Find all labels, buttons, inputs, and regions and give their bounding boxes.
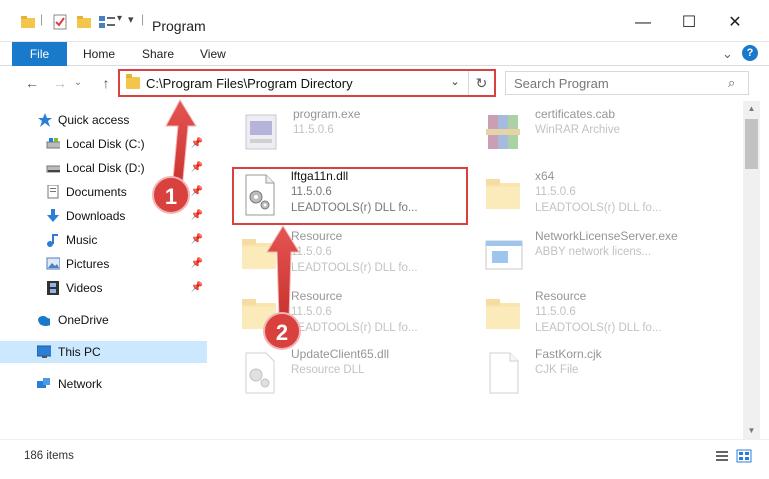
annotation-arrows	[165, 98, 300, 319]
arrow-up-icon	[266, 225, 300, 319]
large-icons-view-icon[interactable]	[736, 448, 752, 464]
details-view-icon[interactable]	[714, 448, 730, 464]
item-count: 186 items	[24, 450, 74, 462]
step-badge-1: 1	[152, 176, 190, 214]
step-badge-2: 2	[263, 312, 301, 350]
status-bar: 186 items	[0, 439, 769, 479]
